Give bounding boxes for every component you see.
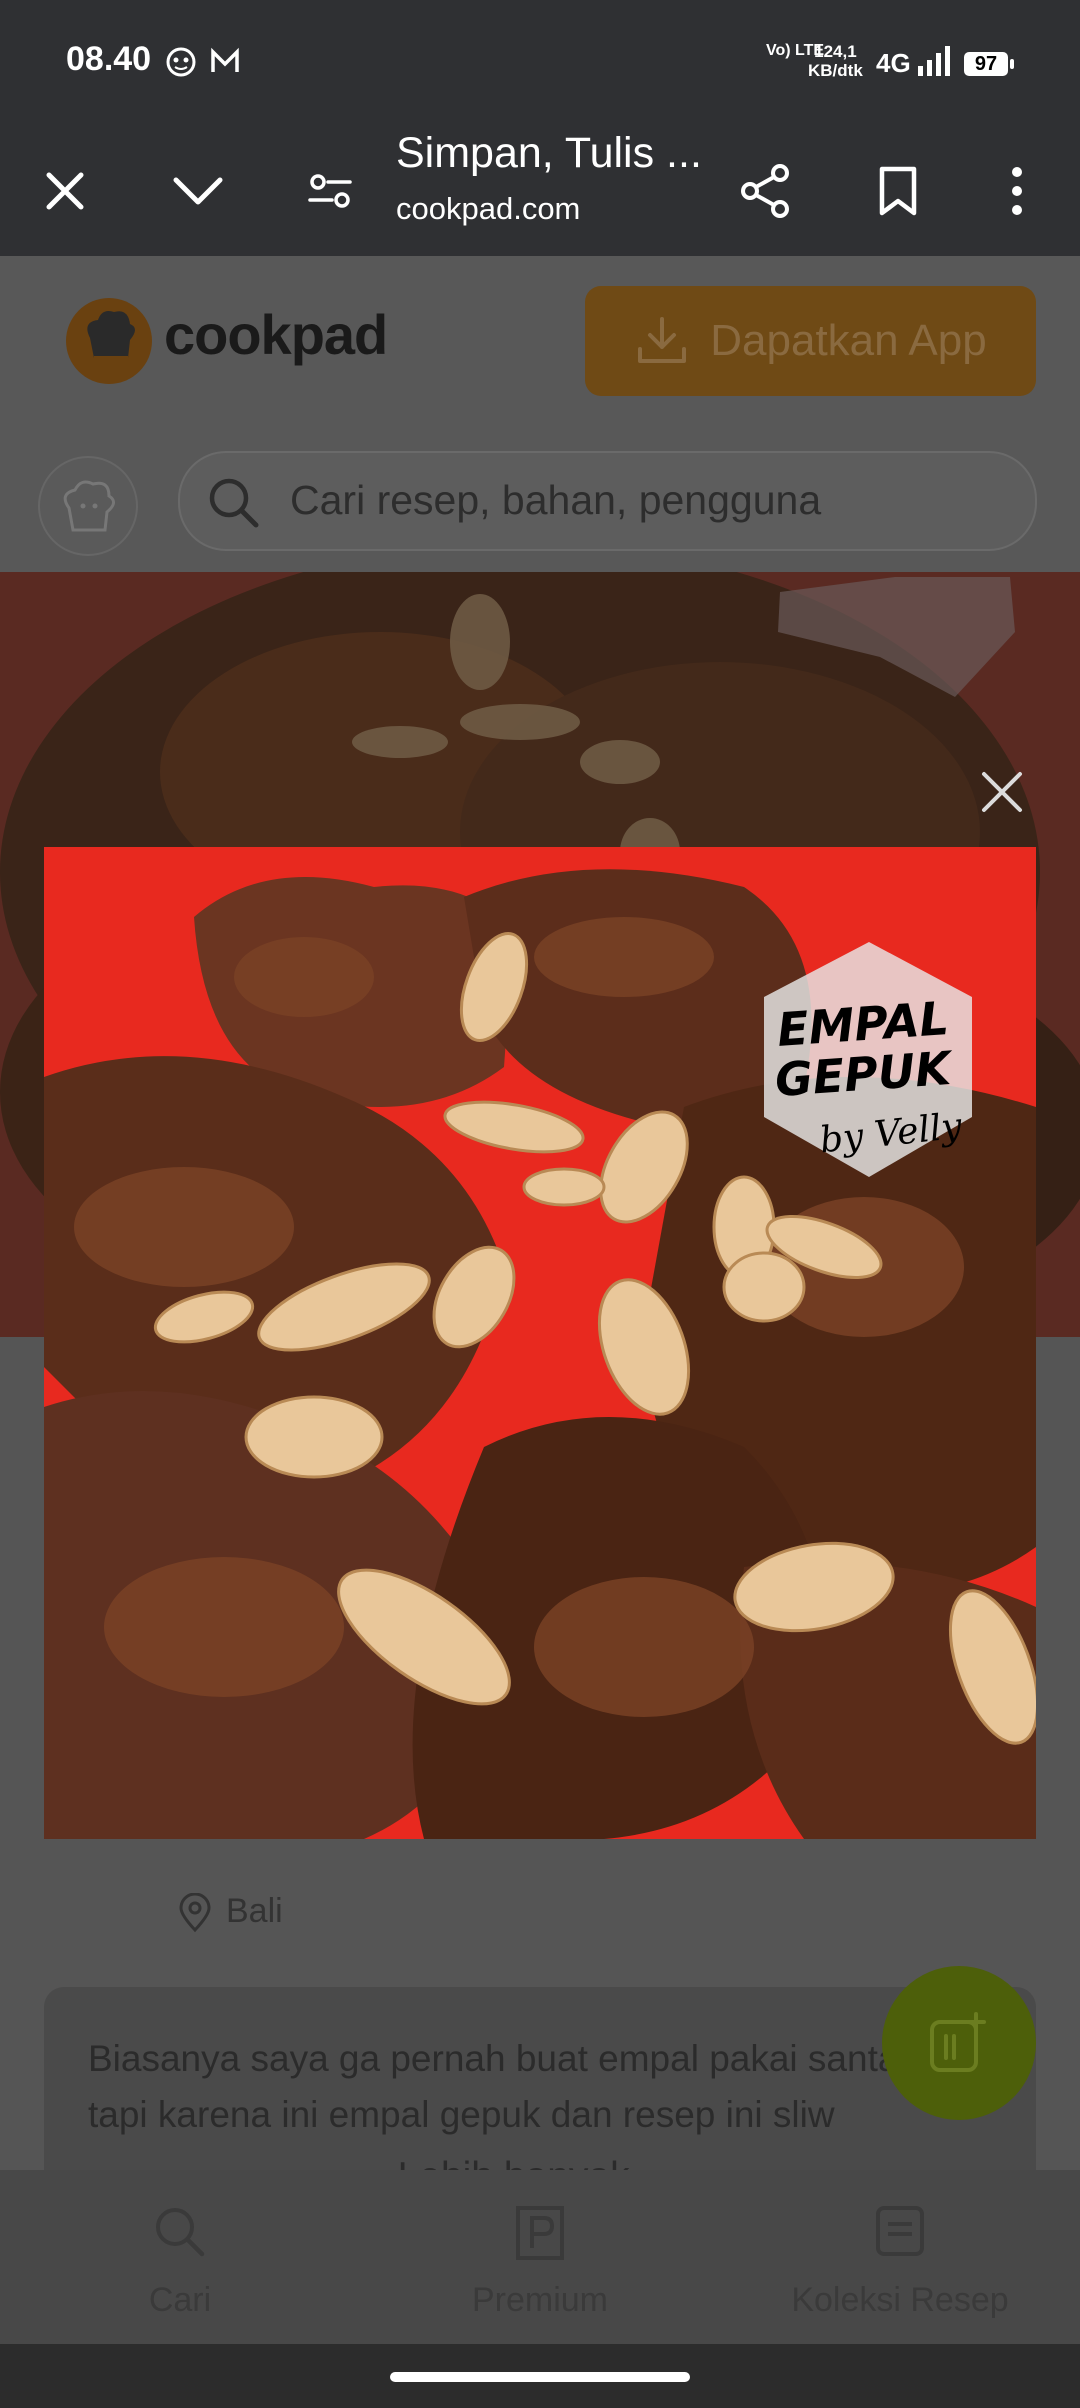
chevron-down-icon [173, 177, 223, 204]
cookpad-logo-icon[interactable] [66, 298, 152, 384]
nav-premium[interactable]: Premium [390, 2204, 690, 2320]
nav-collection[interactable]: Koleksi Resep [750, 2204, 1050, 2320]
close-icon [46, 172, 84, 209]
home-gesture-handle[interactable] [390, 2372, 690, 2382]
download-icon [638, 317, 687, 363]
collection-icon [876, 2206, 924, 2256]
search-placeholder: Cari resep, bahan, pengguna [290, 477, 822, 523]
get-app-label: Dapatkan App [710, 316, 987, 365]
custom-tab-toolbar: Simpan, Tulis ... cookpad.com [0, 125, 1080, 256]
speed-value: 124,1 [814, 42, 857, 61]
page-title: Simpan, Tulis ... [396, 129, 702, 177]
bookmark-icon [879, 166, 917, 215]
bottom-navigation: Cari Premium Koleksi Resep [0, 2170, 1080, 2344]
close-tab-button[interactable] [10, 125, 120, 256]
page-url: cookpad.com [396, 191, 581, 226]
site-header: cookpad Dapatkan App Cari resep, bahan, … [0, 256, 1080, 572]
signal-icon [916, 44, 956, 83]
nav-search-label: Cari [148, 2281, 212, 2319]
status-time: 08.40 [66, 40, 152, 78]
speed-indicator: 124,1 KB/dtk [808, 42, 863, 80]
nav-search[interactable]: Cari [30, 2204, 330, 2320]
minimize-button[interactable] [143, 125, 253, 256]
search-input[interactable]: Cari resep, bahan, pengguna [178, 451, 1037, 551]
status-bar: 08.40 Vo) LTE 124,1 KB/dtk 4G 97 [0, 0, 1080, 125]
add-recipe-icon [930, 2012, 986, 2072]
location-pin-icon [179, 1892, 211, 1933]
more-options-button[interactable] [962, 125, 1072, 256]
close-icon [982, 772, 1022, 812]
app-notification-icon [166, 47, 239, 77]
bookmark-button[interactable] [843, 125, 953, 256]
share-icon [741, 163, 789, 218]
battery-icon: 97 [964, 52, 1014, 76]
search-icon [156, 2208, 205, 2257]
recipe-photo-enlarged[interactable]: EMPAL GEPUK by Velly [44, 847, 1036, 1839]
add-to-cooksnap-button[interactable] [882, 1966, 1036, 2120]
author-location: Bali [178, 1892, 283, 1933]
notification-icons [165, 44, 251, 86]
nav-collection-label: Koleksi Resep [791, 2281, 1009, 2319]
share-button[interactable] [710, 125, 820, 256]
speed-unit: KB/dtk [808, 61, 863, 80]
location-text: Bali [226, 1892, 283, 1930]
page-info-button[interactable] [275, 125, 385, 256]
gesture-navigation-bar [0, 2344, 1080, 2408]
premium-icon [516, 2206, 564, 2260]
tune-icon [308, 173, 352, 208]
search-icon [209, 478, 259, 528]
nav-premium-label: Premium [471, 2281, 609, 2319]
more-vert-icon [1012, 166, 1022, 215]
recipe-description: Biasanya saya ga pernah buat empal pakai… [88, 2038, 920, 2135]
user-avatar-button[interactable] [38, 456, 138, 556]
get-app-button[interactable]: Dapatkan App [585, 286, 1036, 396]
close-image-button[interactable] [970, 760, 1034, 824]
chef-hat-icon [63, 480, 115, 532]
network-type: 4G [876, 48, 911, 78]
brand-name[interactable]: cookpad [164, 302, 388, 367]
